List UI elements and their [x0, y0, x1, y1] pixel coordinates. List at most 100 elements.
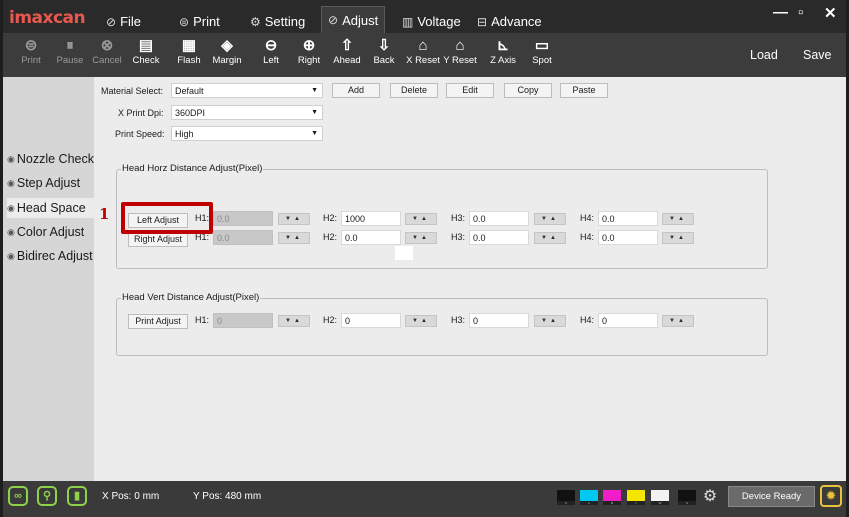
material-select-value: Default: [175, 86, 204, 96]
load-button[interactable]: Load: [750, 48, 778, 62]
light-bulb-icon[interactable]: ✹: [820, 485, 842, 507]
advance-icon: ⊟: [477, 14, 488, 29]
sidebar-item-label: Color Adjust: [16, 225, 85, 239]
annotation-number: 1: [99, 205, 110, 223]
sidebar-item-step-adjust[interactable]: ◉ Step Adjust: [7, 173, 95, 193]
vert-h4-label: H4:: [580, 315, 595, 325]
cancel-button[interactable]: ⊗ Cancel: [87, 36, 127, 66]
left-h3-label: H3:: [451, 213, 466, 223]
vert-h2-field[interactable]: 0: [341, 313, 401, 328]
right-button[interactable]: ⊕ Right: [289, 36, 329, 66]
link-icon[interactable]: ∞: [8, 486, 28, 506]
tab-setting[interactable]: ⚙ Setting: [250, 10, 305, 33]
check-button[interactable]: ▤ Check: [126, 36, 166, 66]
ahead-button[interactable]: ⇧ Ahead: [327, 36, 367, 66]
temperature-icon[interactable]: ▮: [67, 486, 87, 506]
tab-advance[interactable]: ⊟ Advance: [477, 10, 542, 33]
network-icon[interactable]: ⚲: [37, 486, 57, 506]
x-print-dpi-select[interactable]: 360DPI ▼: [171, 105, 323, 120]
right-h3-spinner[interactable]: ▼▲: [534, 232, 566, 244]
ink-letter: C: [580, 501, 598, 505]
radio-icon: ◉: [7, 177, 15, 188]
gear-icon: ⚙: [250, 14, 261, 29]
head-horz-distance-title: Head Horz Distance Adjust(Pixel): [121, 163, 264, 174]
tab-setting-label: Setting: [264, 14, 306, 29]
right-h4-spinner[interactable]: ▼▲: [662, 232, 694, 244]
print-speed-select[interactable]: High ▼: [171, 126, 323, 141]
sidebar-item-label: Head Space: [16, 201, 86, 215]
left-h1-field[interactable]: 0.0: [213, 211, 273, 226]
right-h1-field[interactable]: 0.0: [213, 230, 273, 245]
minimize-button[interactable]: —: [773, 4, 788, 21]
left-h3-field[interactable]: 0.0: [469, 211, 529, 226]
right-h4-label: H4:: [580, 232, 595, 242]
home-icon: ⌂: [418, 37, 428, 54]
edit-button[interactable]: Edit: [446, 83, 494, 98]
material-select[interactable]: Default ▼: [171, 83, 323, 98]
ink-swatch-y: Y: [627, 490, 645, 505]
right-h3-field[interactable]: 0.0: [469, 230, 529, 245]
tab-adjust[interactable]: ⊘ Adjust: [321, 6, 386, 33]
sidebar-item-bidirec-adjust[interactable]: ◉ Bidirec Adjust: [7, 246, 95, 266]
z-axis-button[interactable]: ⊾ Z Axis: [483, 36, 523, 66]
right-h2-spinner[interactable]: ▼▲: [405, 232, 437, 244]
ink-swatch-w: W: [651, 490, 669, 505]
left-button[interactable]: ⊖ Left: [251, 36, 291, 66]
tab-print[interactable]: ⊜ Print: [179, 10, 220, 33]
back-button[interactable]: ⇩ Back: [364, 36, 404, 66]
arrow-down-icon: ⇩: [377, 37, 391, 54]
print-button[interactable]: ⊜ Print: [11, 36, 51, 66]
vert-h4-field[interactable]: 0: [598, 313, 658, 328]
add-button[interactable]: Add: [332, 83, 380, 98]
sidebar-item-label: Nozzle Check: [16, 152, 94, 166]
flash-button[interactable]: ▦ Flash: [169, 36, 209, 66]
close-button[interactable]: ✕: [824, 4, 837, 22]
vert-h2-spinner[interactable]: ▼▲: [405, 315, 437, 327]
vert-h4-spinner[interactable]: ▼▲: [662, 315, 694, 327]
left-h1-spinner[interactable]: ▼▲: [278, 213, 310, 225]
x-print-dpi-label: X Print Dpi:: [118, 108, 164, 118]
paste-button[interactable]: Paste: [560, 83, 608, 98]
y-position: Y Pos: 480 mm: [193, 491, 262, 502]
back-label: Back: [373, 55, 395, 66]
print-adjust-button[interactable]: Print Adjust: [128, 314, 188, 329]
toolbar: ⊜ Print ⏸ Pause ⊗ Cancel ▤ Check ▦ Flash…: [3, 33, 846, 77]
sidebar-item-nozzle-check[interactable]: ◉ Nozzle Check: [7, 149, 95, 169]
x-reset-button[interactable]: ⌂ X Reset: [403, 36, 443, 66]
copy-button[interactable]: Copy: [504, 83, 552, 98]
left-h4-field[interactable]: 0.0: [598, 211, 658, 226]
right-adjust-button[interactable]: Right Adjust: [128, 232, 188, 247]
radio-icon: ◉: [7, 153, 15, 164]
vert-h1-spinner[interactable]: ▼▲: [278, 315, 310, 327]
pause-label: Pause: [56, 55, 84, 66]
left-h3-spinner[interactable]: ▼▲: [534, 213, 566, 225]
vert-h3-field[interactable]: 0: [469, 313, 529, 328]
maximize-button[interactable]: ▫: [798, 4, 803, 21]
vert-h1-field[interactable]: 0: [213, 313, 273, 328]
right-h2-field[interactable]: 0.0: [341, 230, 401, 245]
tab-adjust-label: Adjust: [342, 12, 379, 28]
spot-button[interactable]: ▭ Spot: [522, 36, 562, 66]
radio-icon: ◉: [7, 250, 15, 261]
margin-button[interactable]: ◈ Margin: [207, 36, 247, 66]
right-h4-field[interactable]: 0.0: [598, 230, 658, 245]
x-position: X Pos: 0 mm: [102, 491, 160, 502]
tab-file[interactable]: ⊘ File: [106, 10, 141, 33]
left-h4-spinner[interactable]: ▼▲: [662, 213, 694, 225]
y-reset-button[interactable]: ⌂ Y Reset: [440, 36, 480, 66]
ink-letter: W: [651, 501, 669, 505]
delete-button[interactable]: Delete: [390, 83, 438, 98]
left-h2-field[interactable]: 1000: [341, 211, 401, 226]
pause-button[interactable]: ⏸ Pause: [50, 36, 90, 66]
tab-voltage[interactable]: ▥ Voltage: [402, 10, 461, 33]
ink-swatch-s: S: [678, 490, 696, 505]
left-h2-spinner[interactable]: ▼▲: [405, 213, 437, 225]
vert-h3-spinner[interactable]: ▼▲: [534, 315, 566, 327]
flash-label: Flash: [177, 55, 201, 66]
sidebar-item-color-adjust[interactable]: ◉ Color Adjust: [7, 222, 95, 242]
save-button[interactable]: Save: [803, 48, 832, 62]
settings-icon[interactable]: ⚙: [699, 486, 721, 508]
right-h1-spinner[interactable]: ▼▲: [278, 232, 310, 244]
sidebar-item-head-space[interactable]: ◉ Head Space: [7, 198, 95, 218]
left-h2-label: H2:: [323, 213, 338, 223]
